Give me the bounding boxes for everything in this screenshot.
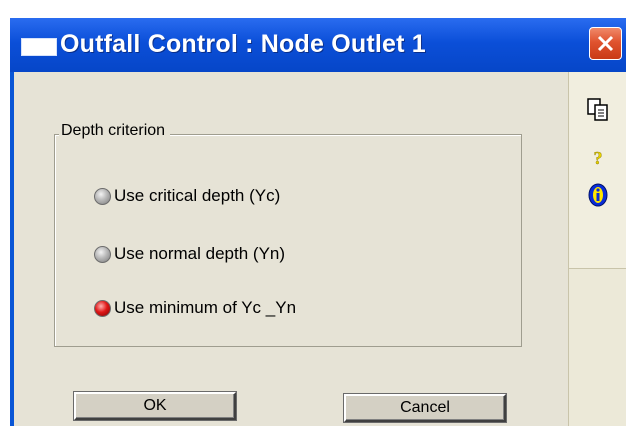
radio-button-minimum[interactable] (94, 299, 111, 317)
radio-minimum-depth[interactable]: Use minimum of Yc _Yn (94, 296, 296, 320)
copy-icon[interactable] (587, 98, 609, 122)
radio-button-critical[interactable] (94, 187, 111, 205)
radio-button-normal[interactable] (94, 245, 111, 263)
group-label: Depth criterion (59, 122, 171, 140)
dialog-body: Depth criterion Use critical depth (Yc) … (10, 72, 568, 426)
cancel-button[interactable]: Cancel (344, 394, 506, 422)
window-icon (21, 38, 57, 56)
close-button[interactable] (589, 27, 622, 60)
radio-label-normal: Use normal depth (Yn) (114, 244, 286, 263)
info-icon[interactable] (587, 183, 609, 207)
radio-label-minimum: Use minimum of Yc _Yn (114, 298, 297, 317)
title-bar[interactable]: Outfall Control : Node Outlet 1 (10, 18, 626, 72)
svg-text:?: ? (594, 148, 603, 168)
ok-button[interactable]: OK (74, 392, 236, 420)
help-icon[interactable]: ? (591, 148, 605, 168)
dialog-window: Outfall Control : Node Outlet 1 Depth cr… (10, 18, 626, 426)
radio-normal-depth[interactable]: Use normal depth (Yn) (94, 242, 285, 266)
close-icon (597, 35, 614, 52)
sidebar: ? (568, 72, 626, 426)
window-title: Outfall Control : Node Outlet 1 (60, 30, 426, 58)
radio-label-critical: Use critical depth (Yc) (114, 186, 281, 205)
radio-critical-depth[interactable]: Use critical depth (Yc) (94, 184, 280, 208)
